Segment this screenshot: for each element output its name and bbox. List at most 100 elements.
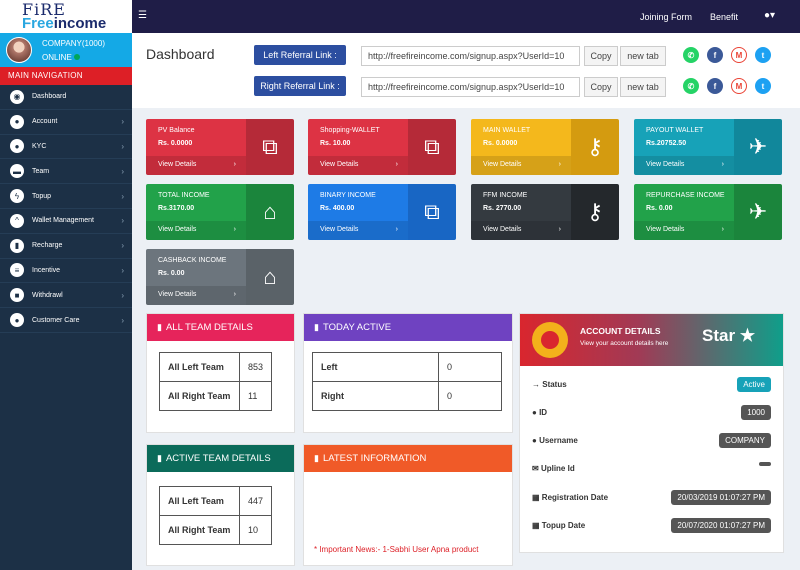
gmail-icon[interactable]: M: [731, 47, 747, 63]
sidebar-item-team[interactable]: ▬ Team ›: [0, 159, 132, 185]
view-details-link[interactable]: View Details ›: [308, 221, 408, 240]
sidebar-item-withdrawl[interactable]: ■ Withdrawl ›: [0, 283, 132, 309]
all-team-title: ALL TEAM DETAILS: [165, 322, 253, 333]
stat-box: PV Balance Rs. 0.0000 View Details › ⧉: [146, 119, 294, 175]
gmail-icon[interactable]: M: [731, 78, 747, 94]
view-details-link[interactable]: View Details ›: [146, 156, 246, 175]
stat-box: BINARY INCOME Rs. 400.00 View Details › ⧉: [308, 184, 456, 240]
view-details-link[interactable]: View Details ›: [634, 221, 734, 240]
stat-value: Rs.20752.50: [646, 140, 687, 147]
star-icon: ★: [739, 326, 756, 345]
user-status: ONLINE: [42, 53, 72, 62]
topup-date-badge: 20/07/2020 01:07:27 PM: [671, 518, 771, 533]
sidebar-item-topup[interactable]: ϟ Topup ›: [0, 184, 132, 209]
right-referral-input[interactable]: http://freefireincome.com/signup.aspx?Us…: [361, 77, 580, 97]
topup-date-label: Topup Date: [541, 521, 586, 530]
chevron-right-icon: ›: [233, 161, 236, 168]
registration-date-badge: 20/03/2019 01:07:27 PM: [671, 490, 771, 505]
twitter-icon[interactable]: t: [755, 47, 771, 63]
chevron-right-icon: ›: [121, 191, 124, 201]
latest-info-panel: ▮ LATEST INFORMATION * Important News:- 1…: [303, 444, 513, 566]
today-right-label: Right: [312, 381, 439, 411]
today-right-value: 0: [438, 381, 502, 411]
right-new-tab-button[interactable]: new tab: [620, 77, 666, 97]
chevron-right-icon: ›: [121, 117, 124, 127]
all-right-team-label: All Right Team: [159, 381, 240, 411]
user-icon: ●: [532, 436, 537, 445]
stat-value: Rs. 400.00: [320, 205, 355, 212]
nav-list: ◉ Dashboard ● Account › ● KYC › ▬ Team › ϟ Topup…: [0, 85, 132, 333]
active-left-team-label: All Left Team: [159, 486, 240, 516]
plane-icon: ✈: [748, 199, 768, 224]
view-details-link[interactable]: View Details ›: [146, 286, 246, 305]
sitemap-icon: ⧉: [262, 134, 278, 159]
view-details-link[interactable]: View Details ›: [471, 221, 571, 240]
upline-label: Upline Id: [540, 464, 575, 473]
stat-box: MAIN WALLET Rs. 0.0000 View Details › ⚷: [471, 119, 619, 175]
status-label: Status: [542, 380, 567, 389]
account-subtitle: View your account details here: [580, 340, 669, 347]
nav-heading: MAIN NAVIGATION: [0, 67, 132, 85]
joining-form-link[interactable]: Joining Form: [640, 12, 692, 22]
all-left-team-value: 853: [238, 352, 273, 382]
chevron-right-icon: ›: [721, 161, 724, 168]
shopping-bag-icon: ▮: [157, 322, 162, 332]
chevron-right-icon: ›: [721, 226, 724, 233]
chevron-right-icon: ›: [121, 290, 124, 300]
left-referral-input[interactable]: http://freefireincome.com/signup.aspx?Us…: [361, 46, 580, 66]
page-title: Dashboard: [146, 46, 215, 62]
view-details-link[interactable]: View Details ›: [634, 156, 734, 175]
sidebar-item-customer-care[interactable]: ● Customer Care ›: [0, 308, 132, 333]
hamburger-menu-icon[interactable]: ☰: [138, 10, 147, 21]
facebook-icon[interactable]: f: [707, 47, 723, 63]
chevron-right-icon: ›: [233, 291, 236, 298]
chevron-right-icon: ›: [121, 141, 124, 151]
bank-icon: ⌂: [263, 199, 277, 224]
view-details-link[interactable]: View Details ›: [146, 221, 246, 240]
today-left-value: 0: [438, 352, 502, 382]
lock-icon: ■: [10, 288, 24, 303]
sidebar-item-incentive[interactable]: ≡ Incentive ›: [0, 259, 132, 284]
active-right-team-value: 10: [238, 515, 273, 545]
sidebar-item-account[interactable]: ● Account ›: [0, 110, 132, 135]
logo[interactable]: FiRE Freeincome: [0, 0, 132, 33]
facebook-icon[interactable]: f: [707, 78, 723, 94]
arrow-up-icon: ^: [10, 213, 24, 228]
key-icon: ⚷: [586, 199, 604, 224]
account-avatar-icon: [532, 322, 568, 358]
whatsapp-icon[interactable]: ✆: [683, 78, 699, 94]
right-referral-label: Right Referral Link :: [254, 76, 346, 96]
sidebar-item-wallet-management[interactable]: ^ Wallet Management ›: [0, 209, 132, 234]
chevron-right-icon: ›: [121, 315, 124, 325]
avatar: [6, 37, 32, 63]
right-copy-button[interactable]: Copy: [584, 77, 618, 97]
view-details-link[interactable]: View Details ›: [471, 156, 571, 175]
left-new-tab-button[interactable]: new tab: [620, 46, 666, 66]
sidebar-item-dashboard[interactable]: ◉ Dashboard: [0, 85, 132, 110]
whatsapp-icon[interactable]: ✆: [683, 47, 699, 63]
calendar-icon: ▦: [532, 493, 540, 502]
key-icon: ⚷: [586, 134, 604, 159]
sidebar-item-kyc[interactable]: ● KYC ›: [0, 135, 132, 160]
left-copy-button[interactable]: Copy: [584, 46, 618, 66]
stat-value: Rs. 0.00: [646, 205, 673, 212]
chevron-right-icon: ›: [395, 226, 398, 233]
sidebar-item-recharge[interactable]: ▮ Recharge ›: [0, 234, 132, 259]
today-left-label: Left: [312, 352, 439, 382]
all-left-team-label: All Left Team: [159, 352, 240, 382]
username-label: Username: [539, 436, 578, 445]
user-icon: ●: [532, 408, 537, 417]
twitter-icon[interactable]: t: [755, 78, 771, 94]
chevron-right-icon: ›: [558, 161, 561, 168]
rank-label: Star: [702, 326, 736, 345]
account-details-panel: ACCOUNT DETAILS View your account detail…: [519, 313, 784, 553]
user-menu-icon[interactable]: ●▾: [764, 10, 775, 21]
team-icon: ▬: [10, 164, 24, 179]
benefit-link[interactable]: Benefit: [710, 12, 738, 22]
all-team-panel: ▮ ALL TEAM DETAILS All Left Team 853 All R…: [146, 313, 295, 433]
stat-title: PV Balance: [158, 127, 195, 134]
chevron-right-icon: ›: [395, 161, 398, 168]
view-details-link[interactable]: View Details ›: [308, 156, 408, 175]
chevron-right-icon: ›: [233, 226, 236, 233]
account-title: ACCOUNT DETAILS: [580, 326, 661, 336]
